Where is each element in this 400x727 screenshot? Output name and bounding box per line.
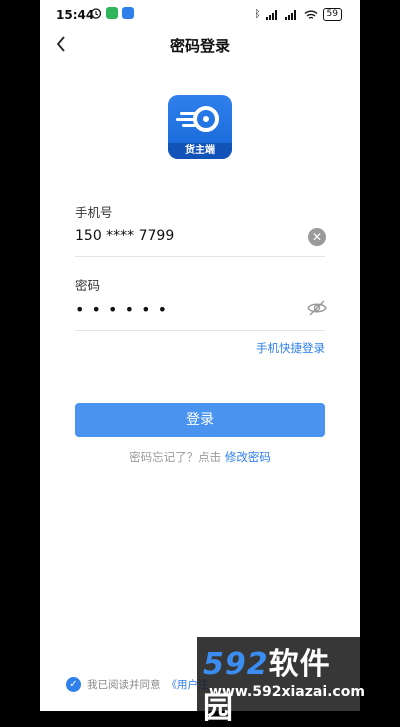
quick-login-link[interactable]: 手机快捷登录 bbox=[256, 340, 325, 356]
app-notification-icon bbox=[122, 7, 134, 19]
status-time: 15:44 bbox=[56, 8, 95, 22]
alarm-icon bbox=[90, 8, 102, 19]
bluetooth-icon: ᛒ bbox=[254, 9, 261, 20]
battery-indicator: 59 bbox=[322, 8, 342, 21]
app-notification-icon bbox=[106, 7, 118, 19]
status-bar: 15:44 ᛒ 59 bbox=[40, 0, 360, 30]
phone-input[interactable]: 150 **** 7799 bbox=[75, 228, 174, 244]
watermark-number: 592 bbox=[203, 647, 269, 682]
check-icon[interactable]: ✓ bbox=[66, 677, 81, 692]
password-label: 密码 bbox=[75, 278, 101, 293]
phone-divider bbox=[75, 256, 325, 257]
logo-label: 货主端 bbox=[168, 143, 232, 159]
status-system-icons: ᛒ 59 bbox=[255, 8, 342, 21]
signal-icon bbox=[284, 9, 296, 20]
forgot-text: 密码忘记了？点击 bbox=[129, 450, 222, 464]
page-title: 密码登录 bbox=[169, 37, 230, 55]
login-button[interactable]: 登录 bbox=[75, 403, 325, 437]
change-password-link[interactable]: 修改密码 bbox=[225, 450, 271, 464]
agreement-row: ✓ 我已阅读并同意 《用户注 bbox=[66, 677, 209, 692]
eye-off-icon[interactable] bbox=[306, 300, 328, 316]
status-notification-icons bbox=[90, 7, 134, 19]
clear-icon[interactable]: ✕ bbox=[308, 228, 326, 246]
password-input[interactable]: • • • • • • bbox=[75, 300, 168, 319]
site-watermark: 592软件园 www.592xiazai.com bbox=[197, 637, 365, 726]
wifi-icon bbox=[304, 10, 317, 19]
app-screen: 15:44 ᛒ 59 密码登录 货主端 手机号 150 **** 7799 ✕ … bbox=[40, 0, 360, 711]
agreement-text: 我已阅读并同意 bbox=[87, 679, 161, 691]
nav-header: 密码登录 bbox=[40, 30, 360, 60]
forgot-password-row: 密码忘记了？点击 修改密码 bbox=[40, 449, 360, 465]
watermark-url: www.592xiazai.com bbox=[209, 684, 365, 700]
phone-label: 手机号 bbox=[75, 205, 113, 220]
app-logo: 货主端 bbox=[168, 95, 232, 159]
signal-icon bbox=[265, 9, 277, 20]
logo-icon bbox=[176, 106, 219, 132]
watermark-brand: 592软件园 bbox=[203, 639, 360, 727]
password-divider bbox=[75, 330, 325, 331]
